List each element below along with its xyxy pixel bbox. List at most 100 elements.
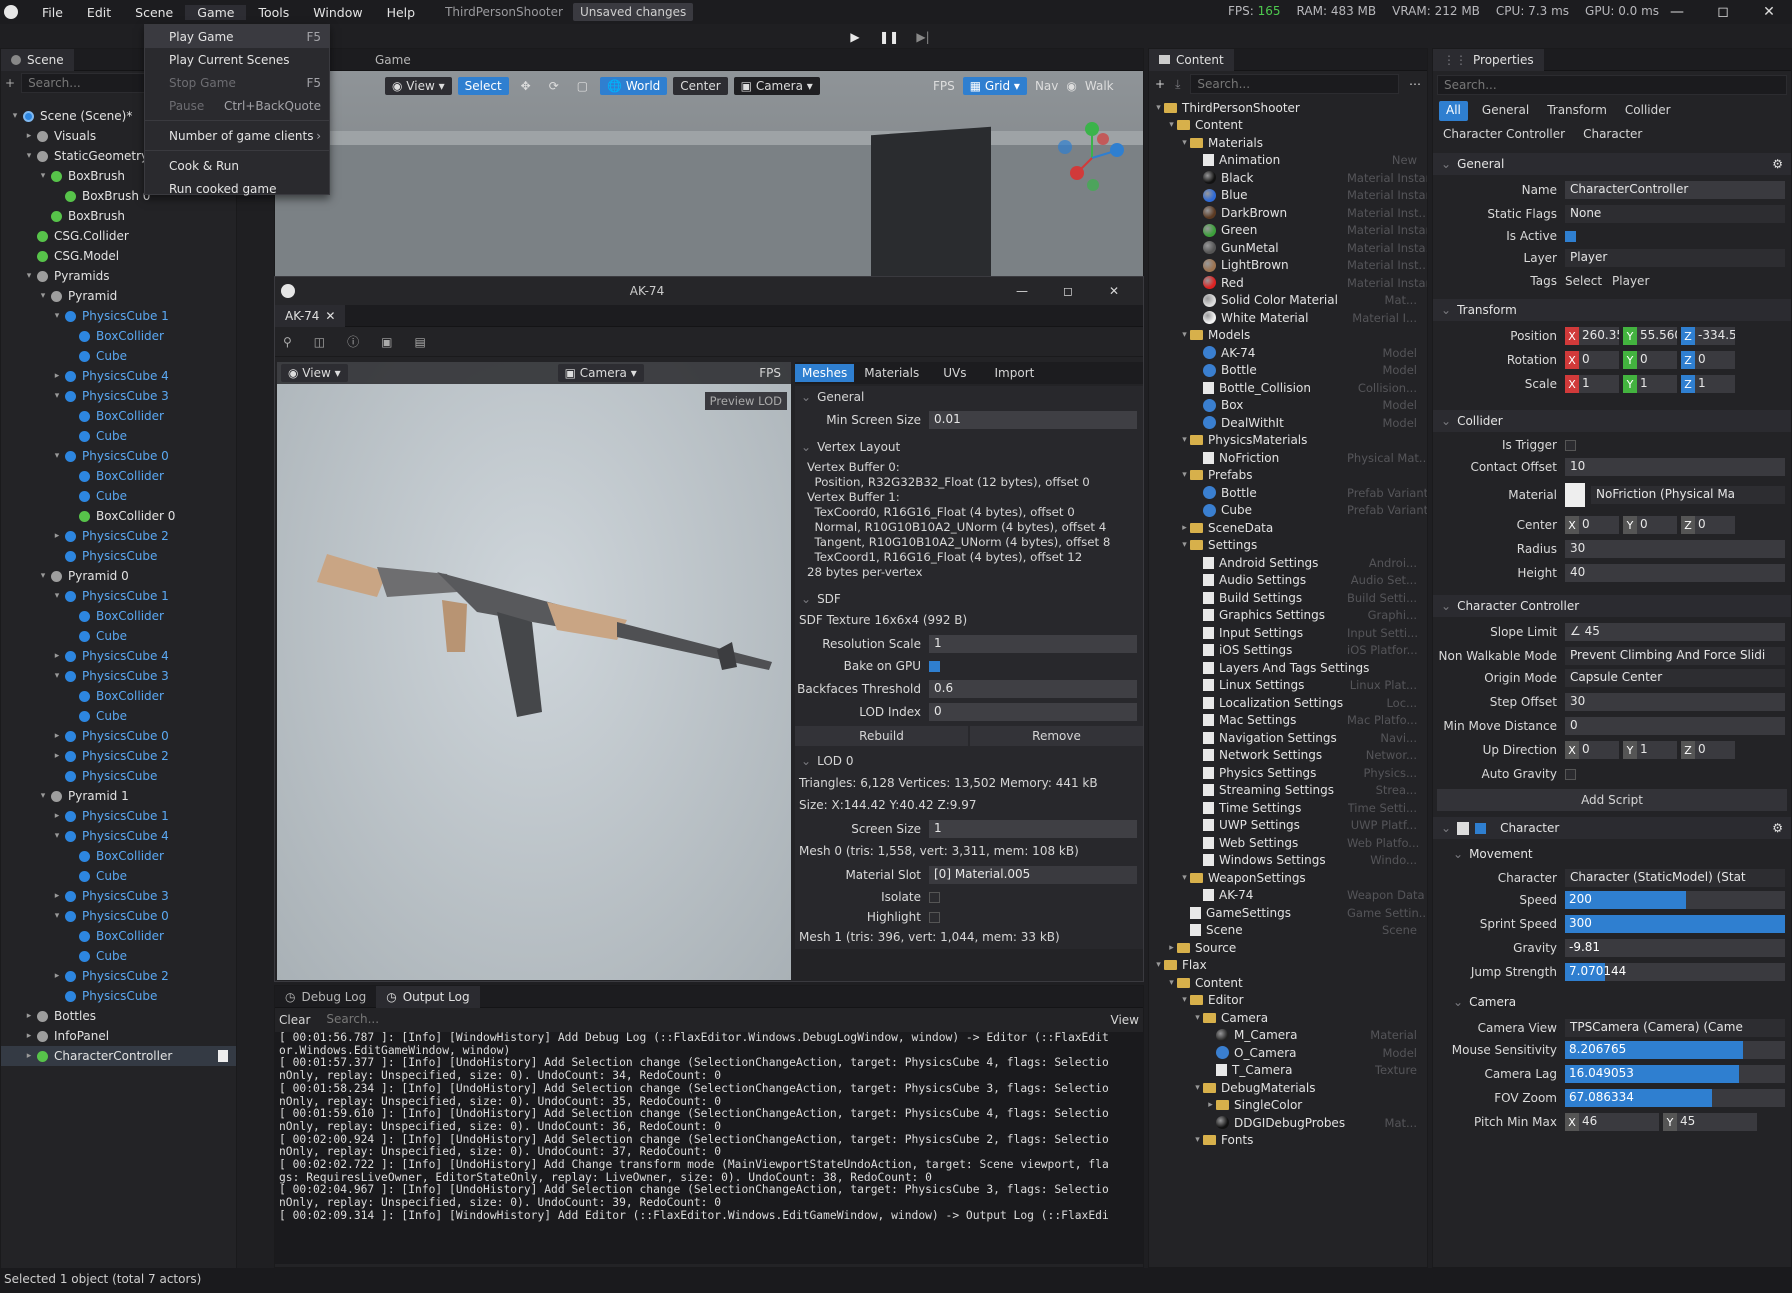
scene-tree-item[interactable]: BoxCollider	[1, 606, 236, 626]
save-icon[interactable]: ◫	[314, 335, 325, 349]
position-z[interactable]: -334.56	[1695, 327, 1735, 345]
content-item[interactable]: Android Settings Androi...	[1149, 554, 1427, 572]
expand-arrow-icon[interactable]: ▸	[51, 891, 63, 901]
content-item[interactable]: Green Material Instance	[1149, 222, 1427, 240]
content-item[interactable]: ▾ Models	[1149, 327, 1427, 345]
expand-arrow-icon[interactable]: ▾	[1179, 995, 1190, 1005]
content-item[interactable]: Graphics Settings Graphi...	[1149, 607, 1427, 625]
scene-tree-item[interactable]: Cube	[1, 426, 236, 446]
content-item[interactable]: ▾ PhysicsMaterials	[1149, 432, 1427, 450]
preview-view-dropdown[interactable]: ◉ View ▾	[281, 364, 348, 382]
auto-gravity-checkbox[interactable]	[1565, 768, 1576, 780]
scene-tree-item[interactable]: BoxCollider	[1, 326, 236, 346]
orientation-gizmo[interactable]	[1047, 113, 1137, 193]
book-icon[interactable]: ▤	[415, 335, 426, 349]
content-item[interactable]: ▾ Settings	[1149, 537, 1427, 555]
content-item[interactable]: Mac Settings Mac Platfo...	[1149, 712, 1427, 730]
rotation-x[interactable]: 0	[1579, 351, 1619, 369]
gear-icon[interactable]: ⚙	[1772, 821, 1783, 835]
play-icon[interactable]: ▶	[842, 26, 868, 48]
scene-tree-item[interactable]: ▾ PhysicsCube 3	[1, 666, 236, 686]
preview-lod-button[interactable]: Preview LOD	[704, 392, 787, 410]
backfaces-input[interactable]: 0.6	[929, 679, 1137, 698]
pitch-max[interactable]: 45	[1677, 1113, 1757, 1131]
remove-button[interactable]: Remove	[970, 726, 1143, 746]
scene-tree-item[interactable]: ▾ Pyramids	[1, 266, 236, 286]
content-item[interactable]: DDGIDebugProbes Mat...	[1149, 1114, 1427, 1132]
scene-tree-item[interactable]: ▾ Pyramid	[1, 286, 236, 306]
content-item[interactable]: Physics Settings Physics...	[1149, 764, 1427, 782]
tab-content[interactable]: Content	[1149, 48, 1234, 71]
content-item[interactable]: ▾ Content	[1149, 117, 1427, 135]
filter-character[interactable]: Character	[1579, 125, 1646, 145]
static-flags-dropdown[interactable]: None	[1565, 205, 1785, 223]
scene-tree-item[interactable]: ▾ PhysicsCube 4	[1, 826, 236, 846]
pause-icon[interactable]: ❚❚	[876, 26, 902, 48]
highlight-checkbox[interactable]	[929, 911, 940, 923]
camera-lag-slider[interactable]: 16.049053	[1565, 1065, 1785, 1083]
scene-tree-item[interactable]: Cube	[1, 346, 236, 366]
content-item[interactable]: Solid Color Material Mat...	[1149, 292, 1427, 310]
scene-tree-item[interactable]: ▸ PhysicsCube 4	[1, 366, 236, 386]
expand-arrow-icon[interactable]: ▾	[1179, 873, 1190, 883]
scene-tree-item[interactable]: ▾ Pyramid 1	[1, 786, 236, 806]
non-walkable-dropdown[interactable]: Prevent Climbing And Force Slidi	[1565, 647, 1785, 665]
content-item[interactable]: Input Settings Input Setti...	[1149, 624, 1427, 642]
scene-tree-item[interactable]: ▸ InfoPanel	[1, 1026, 236, 1046]
section-camera[interactable]: Camera	[1469, 995, 1516, 1009]
center-y[interactable]: 0	[1637, 516, 1677, 534]
material-slot-dropdown[interactable]: [0] Material.005	[929, 866, 1137, 884]
scene-tree-item[interactable]: PhysicsCube	[1, 546, 236, 566]
tab-meshes[interactable]: Meshes	[795, 364, 855, 382]
scene-tree-item[interactable]: CSG.Collider	[1, 226, 236, 246]
scale-x[interactable]: 1	[1579, 375, 1619, 393]
filter-general[interactable]: General	[1478, 101, 1533, 121]
content-item[interactable]: ▸ SceneData	[1149, 519, 1427, 537]
expand-arrow-icon[interactable]: ▾	[37, 291, 49, 301]
expand-arrow-icon[interactable]: ▸	[23, 1031, 35, 1041]
up-direction-x[interactable]: 0	[1579, 741, 1619, 759]
content-item[interactable]: DarkBrown Material Inst...	[1149, 204, 1427, 222]
scene-tree-item[interactable]: ▸ CharacterController	[1, 1046, 236, 1066]
center-z[interactable]: 0	[1695, 516, 1735, 534]
content-item[interactable]: Build Settings Build Setti...	[1149, 589, 1427, 607]
expand-arrow-icon[interactable]: ▾	[1192, 1135, 1203, 1145]
tab-import[interactable]: Import	[981, 366, 1049, 380]
expand-arrow-icon[interactable]: ▸	[51, 971, 63, 981]
scene-tree-item[interactable]: ▸ PhysicsCube 2	[1, 966, 236, 986]
step-offset-input[interactable]: 30	[1565, 693, 1785, 711]
view-dropdown[interactable]: ◉ View ▾	[385, 77, 452, 95]
expand-arrow-icon[interactable]: ▾	[1179, 540, 1190, 550]
scene-tree-item[interactable]: Cube	[1, 866, 236, 886]
add-icon[interactable]: +	[5, 76, 15, 90]
expand-arrow-icon[interactable]: ▸	[1166, 943, 1177, 953]
step-icon[interactable]: ▶|	[910, 26, 936, 48]
content-item[interactable]: Network Settings Networ...	[1149, 747, 1427, 765]
fov-zoom-slider[interactable]: 67.086334	[1565, 1089, 1785, 1107]
expand-arrow-icon[interactable]: ▸	[51, 731, 63, 741]
scene-tree-item[interactable]: ▸ PhysicsCube 0	[1, 726, 236, 746]
menu-scene[interactable]: Scene	[123, 5, 185, 20]
up-direction-y[interactable]: 1	[1637, 741, 1677, 759]
gravity-slider[interactable]: -9.81	[1565, 939, 1785, 957]
fit-icon[interactable]: ▣	[381, 335, 392, 349]
content-item[interactable]: ▾ Flax	[1149, 957, 1427, 975]
expand-arrow-icon[interactable]: ▾	[1166, 120, 1177, 130]
scene-tree-item[interactable]: ▾ PhysicsCube 3	[1, 386, 236, 406]
expand-arrow-icon[interactable]: ▸	[51, 531, 63, 541]
scene-tree-item[interactable]: ▸ PhysicsCube 4	[1, 646, 236, 666]
scene-tree-item[interactable]: ▸ PhysicsCube 2	[1, 526, 236, 546]
content-item[interactable]: Animation New	[1149, 152, 1427, 170]
section-transform[interactable]: Transform	[1457, 303, 1517, 317]
content-item[interactable]: ▸ SingleColor	[1149, 1097, 1427, 1115]
scene-tree-item[interactable]: PhysicsCube	[1, 986, 236, 1006]
expand-arrow-icon[interactable]: ▾	[51, 391, 63, 401]
add-icon[interactable]: +	[1155, 77, 1165, 91]
content-item[interactable]: ▾ ThirdPersonShooter	[1149, 99, 1427, 117]
name-input[interactable]: CharacterController	[1565, 181, 1785, 199]
close-icon[interactable]: ✕	[1091, 284, 1137, 298]
minimize-icon[interactable]: —	[999, 284, 1045, 298]
preview-fps[interactable]: FPS	[759, 366, 787, 380]
section-sdf[interactable]: SDF	[817, 592, 841, 606]
scene-tree-item[interactable]: BoxCollider	[1, 846, 236, 866]
